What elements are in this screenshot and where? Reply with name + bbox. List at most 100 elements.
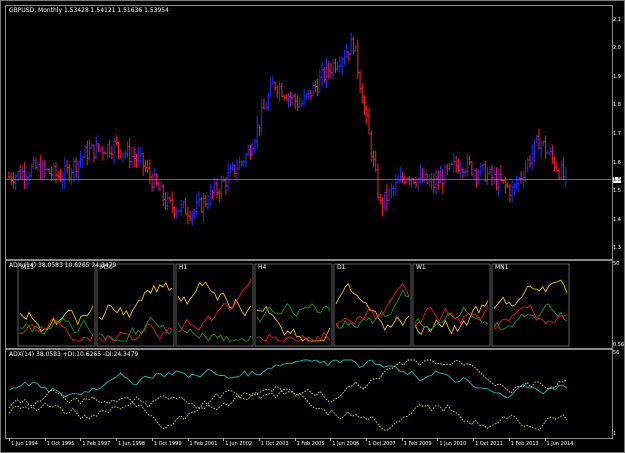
price-bar (34, 157, 38, 170)
price-bar (539, 140, 543, 159)
price-tick-label: 1.4 (613, 216, 621, 223)
minus-di-line (335, 282, 410, 326)
price-bar (229, 163, 232, 174)
price-bar (238, 156, 241, 170)
price-bar (311, 82, 315, 97)
price-bar (146, 160, 149, 174)
candlestick-chart[interactable] (6, 6, 612, 259)
price-bar (83, 145, 87, 158)
price-bar (144, 159, 147, 172)
price-bar (334, 58, 337, 73)
price-bar (329, 62, 333, 79)
chart-window[interactable]: GBPUSD, Monthly 1.53428 1.54121 1.51636 … (0, 0, 625, 453)
price-bar (14, 173, 17, 191)
price-bar (414, 176, 418, 189)
price-bar (124, 149, 127, 160)
price-bar (86, 140, 89, 166)
price-bar (412, 178, 415, 185)
price-bar (61, 172, 64, 190)
date-tick-label: 1 Oct 2007 (368, 441, 396, 447)
price-bar (220, 175, 223, 200)
date-tick-label: 1 Feb 2001 (189, 441, 218, 447)
price-bar (533, 141, 536, 163)
price-bar (488, 167, 491, 176)
plus-di-line (335, 288, 410, 329)
price-bar (557, 168, 561, 181)
price-bar (307, 90, 310, 99)
price-bar (430, 172, 433, 191)
price-bar (336, 61, 339, 72)
price-bar (276, 85, 279, 98)
indicator-scale-label: 1 (613, 431, 617, 437)
price-axis[interactable]: 2.1 2.0 1.9 1.8 1.7 1.6 1.5 1.4 1.3 1.5 50 0.56 56 1 (611, 5, 624, 437)
price-bar (519, 171, 523, 184)
price-bar (99, 148, 102, 153)
price-bar (553, 156, 556, 172)
price-bar (162, 184, 165, 207)
date-tick-label: 1 Jun 1998 (118, 441, 145, 447)
price-bar (463, 168, 467, 177)
price-bar (59, 169, 62, 183)
date-tick-label: 1 Feb 1997 (82, 441, 111, 447)
price-bar (423, 169, 427, 184)
price-bar (21, 166, 24, 180)
price-bar (381, 197, 384, 217)
price-bar (217, 188, 221, 202)
price-bar (137, 146, 140, 167)
price-tick-label: 2.1 (613, 16, 621, 23)
price-bar (253, 138, 257, 154)
price-bar (459, 161, 462, 178)
price-bar (54, 161, 58, 184)
adx-panel[interactable]: ADX(14) 38.0583 +DI:10.6265 -DI:24.3479 (5, 349, 613, 439)
date-tick (258, 438, 260, 441)
price-bar (164, 192, 167, 209)
adx-line (98, 281, 173, 321)
price-bar (501, 179, 505, 185)
price-bar (50, 166, 53, 182)
timeframe-label-d1: D1 (337, 264, 346, 271)
price-bar (472, 167, 476, 181)
price-bar (18, 164, 22, 180)
price-bar (222, 176, 225, 182)
price-chart-panel[interactable]: GBPUSD, Monthly 1.53428 1.54121 1.51636 … (5, 5, 613, 260)
price-bar (370, 130, 373, 162)
date-tick (401, 438, 403, 441)
price-bar (260, 99, 263, 136)
price-bar (267, 92, 270, 111)
price-bar (367, 108, 371, 135)
price-bar (95, 135, 98, 159)
price-bar (249, 144, 252, 160)
price-bar (197, 191, 201, 207)
price-bar (130, 147, 134, 169)
minus-di-dotted-line (8, 359, 568, 430)
price-bar (215, 178, 219, 198)
price-bar (23, 162, 26, 190)
price-bar (506, 182, 509, 189)
price-bar (392, 185, 395, 197)
mtf-adx-panel[interactable]: ADX (14) 38.0583 10.6265 24.3479 M15 M30 H… (5, 260, 613, 349)
price-bar (425, 174, 429, 185)
adx-main-line (8, 359, 568, 399)
price-bar (70, 168, 73, 185)
price-bar (410, 177, 413, 188)
price-bar (56, 170, 60, 180)
price-bar (97, 143, 100, 152)
price-bar (110, 145, 114, 160)
price-bar (204, 195, 207, 208)
adx-line (19, 306, 94, 333)
date-tick (187, 438, 189, 441)
price-bar (468, 155, 471, 166)
current-price-label: 1.5 (613, 176, 621, 183)
price-tick-label: 1.3 (613, 245, 621, 252)
price-bar (159, 181, 163, 191)
timeframe-label-h1: H1 (179, 264, 188, 271)
price-bar (72, 158, 76, 183)
price-bar (235, 159, 239, 182)
price-bar (401, 172, 404, 184)
price-bar (108, 140, 111, 158)
price-bar (240, 160, 243, 167)
date-tick (294, 438, 296, 441)
price-bar (247, 144, 250, 156)
price-bar (195, 192, 199, 216)
date-axis[interactable]: 1 Jun 1994 1 Oct 1995 1 Feb 1997 1 Jun 1998… (5, 438, 611, 450)
